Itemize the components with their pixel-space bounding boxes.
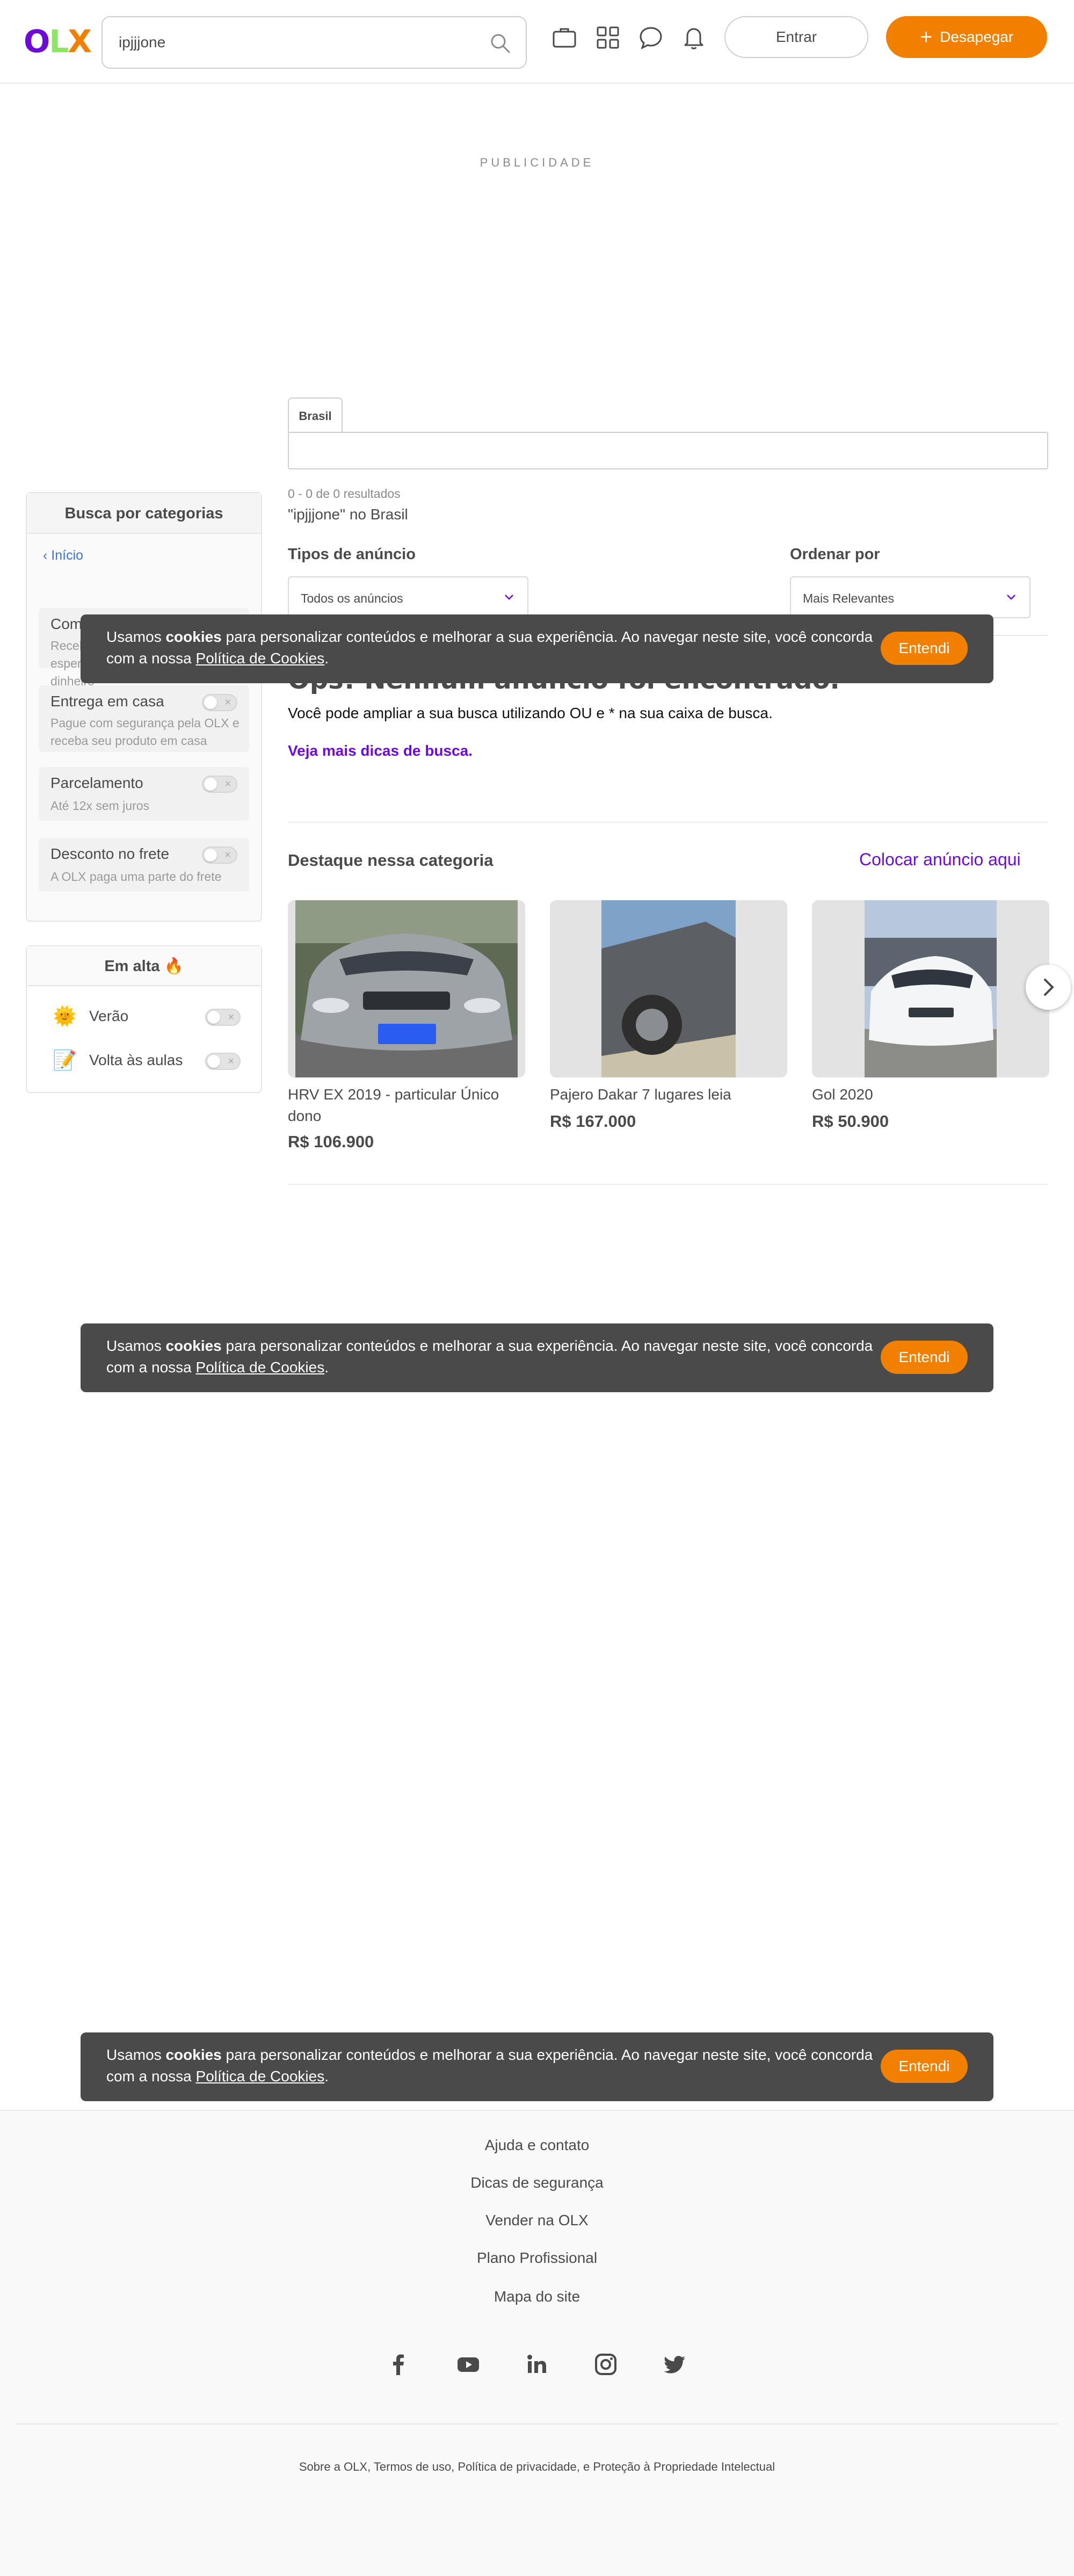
empty-results-desc: Você pode ampliar a sua busca utilizando… [288,705,773,721]
cookie-policy-link[interactable]: Política de Cookies [196,1359,325,1376]
grid-icon[interactable] [595,25,621,50]
results-query: "ipjjjone" no Brasil [288,506,408,523]
trend-item-verao: 🌞 Verão × [53,1001,241,1031]
ad-type-value: Todos os anúncios [301,591,403,605]
chevron-right-icon [1044,979,1054,996]
ad-type-select[interactable]: Todos os anúncios [288,576,528,618]
bell-icon[interactable] [681,25,707,50]
x-icon: × [224,697,231,708]
cookie-banner: Usamos cookies para personalizar conteúd… [81,1323,993,1392]
location-input[interactable] [288,432,1048,469]
footer-link-seguranca[interactable]: Dicas de segurança [0,2174,1074,2191]
cookie-text: Usamos cookies para personalizar conteúd… [106,1337,873,1376]
place-ad-link[interactable]: Colocar anúncio aqui [859,850,1021,870]
cookie-text: Usamos cookies para personalizar conteúd… [106,628,873,667]
sun-icon: 🌞 [53,1005,77,1027]
cookie-banner: Usamos cookies para personalizar conteúd… [81,614,993,683]
divider [288,822,1048,823]
chevron-down-icon [505,595,513,600]
cookie-accept-button[interactable]: Entendi [881,2050,968,2083]
filter-desc: A OLX paga uma parte do frete [50,870,222,884]
footer-link-ajuda[interactable]: Ajuda e contato [0,2137,1074,2154]
sort-value: Mais Relevantes [803,591,895,605]
search-input[interactable] [119,17,473,68]
trending-panel: Em alta 🔥 🌞 Verão × 📝 Volta às aulas × [26,945,262,1093]
card-title: Gol 2020 [812,1086,873,1103]
filter-toggle[interactable]: × [202,846,237,864]
divider [288,1184,1048,1185]
cookie-text: Usamos cookies para personalizar conteúd… [106,2046,873,2085]
filter-title: Parcelamento [50,775,143,791]
trend-toggle[interactable]: × [205,1053,241,1070]
sell-button-label: Desapegar [940,28,1014,45]
filter-desc: Pague com segurança pela OLX e receba se… [50,716,240,748]
chat-icon[interactable] [638,25,664,50]
category-back-link[interactable]: ‹ Início [43,548,83,563]
category-panel-title: Busca por categorias [27,493,261,534]
results-count: 0 - 0 de 0 resultados [288,487,401,501]
cookie-accept-button[interactable]: Entendi [881,1341,968,1374]
footer-link-plano[interactable]: Plano Profissional [0,2249,1074,2267]
car-photo [550,900,787,1077]
facebook-icon[interactable] [386,2351,411,2377]
youtube-icon[interactable] [455,2351,481,2377]
card-price: R$ 167.000 [550,1112,636,1131]
trend-label: Verão [89,1008,129,1024]
cookie-accept-button[interactable]: Entendi [881,632,968,665]
car-photo [288,900,525,1077]
filter-parcelamento: Parcelamento Até 12x sem juros × [39,767,249,821]
x-icon: × [228,1055,234,1067]
filter-desc: Até 12x sem juros [50,799,150,813]
card-title: Pajero Dakar 7 lugares leia [550,1086,731,1103]
card-price: R$ 50.900 [812,1112,889,1131]
cookie-policy-link[interactable]: Política de Cookies [196,650,325,667]
briefcase-icon[interactable] [551,25,577,50]
filter-title: Desconto no frete [50,845,170,862]
x-icon: × [224,849,231,861]
chevron-left-icon: ‹ [43,548,52,563]
x-icon: × [228,1011,234,1023]
x-icon: × [224,778,231,790]
olx-logo[interactable]: OLX [24,24,92,59]
trend-label: Volta às aulas [89,1052,183,1068]
sell-button[interactable]: + Desapegar [886,16,1047,58]
carousel-next-button[interactable] [1026,965,1071,1010]
instagram-icon[interactable] [593,2351,619,2377]
category-back-label: Início [51,548,84,563]
login-button[interactable]: Entrar [724,16,868,58]
memo-icon: 📝 [53,1049,77,1071]
card-price: R$ 106.900 [288,1132,374,1151]
footer-divider [16,2423,1058,2425]
trend-item-volta-aulas: 📝 Volta às aulas × [53,1045,241,1075]
sort-label: Ordenar por [790,546,880,563]
footer-link-mapa[interactable]: Mapa do site [0,2288,1074,2305]
filter-desconto-frete: Desconto no frete A OLX paga uma parte d… [39,838,249,892]
header: OLX Entrar + Desapegar [0,0,1074,84]
plus-icon: + [919,25,933,49]
search-icon[interactable] [489,32,511,54]
sort-select[interactable]: Mais Relevantes [790,576,1031,618]
ad-type-label: Tipos de anúncio [288,546,416,563]
filter-toggle[interactable]: × [202,694,237,711]
trending-title: Em alta 🔥 [27,946,261,986]
cookie-banner: Usamos cookies para personalizar conteúd… [81,2032,993,2101]
chevron-down-icon [1007,595,1015,600]
twitter-icon[interactable] [662,2351,687,2377]
filter-entrega-em-casa: Entrega em casa Pague com segurança pela… [39,685,249,752]
featured-title: Destaque nessa categoria [288,851,494,870]
trend-toggle[interactable]: × [205,1009,241,1026]
location-tab-brasil[interactable]: Brasil [288,397,343,433]
search-box [101,16,527,69]
filter-title: Entrega em casa [50,693,164,710]
category-panel: Busca por categorias ‹ Início Compra Seg… [26,492,262,922]
filter-toggle[interactable]: × [202,776,237,793]
cookie-policy-link[interactable]: Política de Cookies [196,2068,325,2085]
card-title: HRV EX 2019 - particular Único dono [288,1086,499,1124]
linkedin-icon[interactable] [524,2351,550,2377]
car-photo [812,900,1049,1077]
search-tips-link[interactable]: Veja mais dicas de busca. [288,742,473,759]
legal-links[interactable]: Sobre a OLX, Termos de uso, Política de … [0,2460,1074,2474]
footer-link-vender[interactable]: Vender na OLX [0,2212,1074,2229]
ad-label: PUBLICIDADE [480,156,594,169]
